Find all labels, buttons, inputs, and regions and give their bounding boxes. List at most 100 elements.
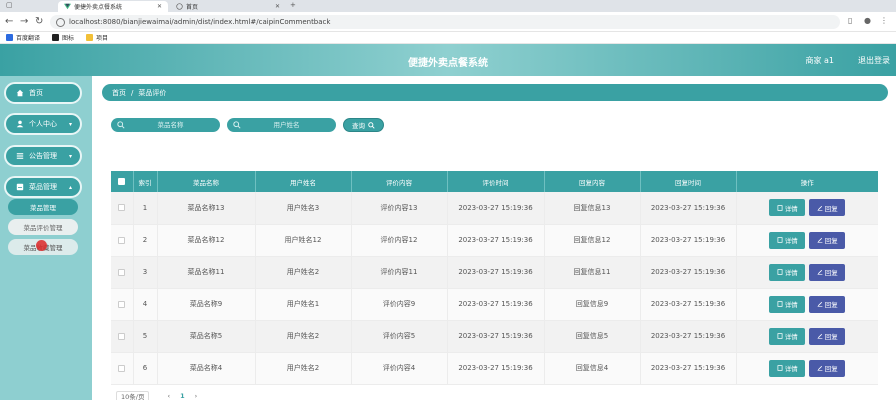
table-row: 6 菜品名称4 用户姓名2 评价内容4 2023-03-27 15:19:36 回复信息4… [111,352,878,385]
bookmark-label: 项目 [96,35,109,42]
detail-button[interactable]: 详情 [769,295,806,313]
detail-button[interactable]: 详情 [769,359,806,377]
reply-button[interactable]: 回复 [809,199,846,217]
sidebar-item-dish[interactable]: 菜品管理 ▴ [4,176,82,198]
bookmark-label: 图标 [62,35,75,42]
new-tab-button[interactable]: + [290,1,296,9]
chevron-up-icon: ▴ [68,184,72,191]
extensions-icon[interactable]: ▯ [848,16,852,25]
cell-user-name: 用户姓名3 [255,192,352,225]
browser-tab-active[interactable]: 便捷外卖点餐系统 ✕ [58,1,168,12]
detail-button[interactable]: 详情 [769,199,806,217]
row-select-cell [111,192,134,225]
cell-reply-time: 2023-03-27 15:19:36 [640,256,737,289]
sidebar: 首页 个人中心 ▾ 公告管理 ▾ 菜品管理 ▴ 菜品管理 菜品评价管理 菜品收藏… [0,76,92,400]
select-all-checkbox[interactable] [118,178,126,185]
document-icon [777,204,783,211]
mouse-cursor-indicator [36,240,47,251]
reply-button[interactable]: 回复 [809,359,846,377]
sidebar-item-profile[interactable]: 个人中心 ▾ [4,113,82,135]
cell-comment-content: 评价内容13 [351,192,448,225]
header-reply-content: 回复内容 [544,171,641,192]
current-user: 商家 a1 [805,56,834,65]
address-bar-row: ← → ↻ localhost:8080/bianjiewaimai/admin… [0,12,896,32]
tab-label: 便捷外卖点餐系统 [74,4,123,11]
cell-actions: 详情 回复 [736,192,878,225]
globe-icon [176,3,183,10]
row-select-cell [111,288,134,321]
cell-actions: 详情 回复 [736,352,878,385]
cell-comment-time: 2023-03-27 15:19:36 [447,192,545,225]
tab-close-icon[interactable]: ✕ [275,3,280,10]
cell-reply-content: 回复信息12 [544,224,641,257]
more-icon[interactable]: ⋮ [880,16,888,25]
cell-comment-content: 评价内容11 [351,256,448,289]
next-page-button[interactable]: › [195,392,198,400]
chevron-down-icon: ▾ [68,153,72,160]
detail-button-label: 详情 [784,301,798,309]
row-checkbox[interactable] [118,236,126,244]
reply-button[interactable]: 回复 [809,327,846,345]
detail-button-label: 详情 [784,365,798,373]
reply-button-label: 回复 [824,333,838,341]
table-row: 3 菜品名称11 用户姓名2 评价内容11 2023-03-27 15:19:36 回复信… [111,256,878,289]
breadcrumb-current: 菜品评价 [138,88,167,97]
bookmark-item[interactable]: 项目 [86,33,108,42]
bookmark-label: 百度翻译 [16,35,41,42]
reply-button[interactable]: 回复 [809,263,846,281]
cell-dish-name: 菜品名称12 [157,224,256,257]
row-checkbox[interactable] [118,204,126,212]
dish-name-input[interactable] [111,118,220,132]
user-name-input[interactable] [227,118,336,132]
cell-comment-time: 2023-03-27 15:19:36 [447,288,545,321]
cell-comment-content: 评价内容9 [351,288,448,321]
sidebar-item-label: 菜品管理 [29,183,57,191]
cell-actions: 详情 回复 [736,224,878,257]
row-select-cell [111,320,134,353]
url-field[interactable]: localhost:8080/bianjiewaimai/admin/dist/… [50,15,840,29]
browser-tab[interactable]: 首页 ✕ [170,1,286,12]
search-button[interactable]: 查询 [343,118,384,132]
breadcrumb-home[interactable]: 首页 [112,88,126,98]
sidebar-subitem-dish-manage[interactable]: 菜品管理 [8,199,78,215]
logout-link[interactable]: 退出登录 [858,55,890,66]
user-name-search[interactable] [227,118,336,132]
back-icon[interactable]: ← [5,16,13,28]
row-checkbox[interactable] [118,300,126,308]
row-checkbox[interactable] [118,268,126,276]
table-row: 5 菜品名称5 用户姓名2 评价内容5 2023-03-27 15:19:36 回复信息5… [111,320,878,353]
page-number[interactable]: 1 [180,392,185,400]
menu-icon [16,183,24,191]
detail-button[interactable]: 详情 [769,327,806,345]
reply-button[interactable]: 回复 [809,295,846,313]
detail-button-label: 详情 [784,333,798,341]
row-checkbox[interactable] [118,332,126,340]
user-icon [16,120,24,128]
cell-reply-content: 回复信息11 [544,256,641,289]
table-header-row: 索引 菜品名称 用户姓名 评价内容 评价时间 回复内容 回复时间 操作 [111,171,878,192]
reply-button[interactable]: 回复 [809,231,846,249]
detail-button[interactable]: 详情 [769,231,806,249]
cell-actions: 详情 回复 [736,288,878,321]
tab-list-icon[interactable]: ▢ [6,1,13,9]
sidebar-item-notice[interactable]: 公告管理 ▾ [4,145,82,167]
header-actions: 操作 [736,171,878,192]
dish-name-search[interactable] [111,118,220,132]
sidebar-item-home[interactable]: 首页 [4,82,82,104]
site-info-icon[interactable] [56,17,65,27]
reload-icon[interactable]: ↻ [35,16,43,28]
detail-button[interactable]: 详情 [769,263,806,281]
folder-icon [86,34,94,41]
tab-close-icon[interactable]: ✕ [157,3,162,10]
profile-icon[interactable]: ● [864,16,871,25]
forward-icon[interactable]: → [20,16,28,28]
bookmark-item[interactable]: 图标 [52,33,74,42]
prev-page-button[interactable]: ‹ [167,392,170,400]
row-checkbox[interactable] [118,364,126,372]
sidebar-subitem-dish-comment[interactable]: 菜品评价管理 [8,219,78,235]
cell-comment-content: 评价内容4 [351,352,448,385]
sidebar-item-label: 公告管理 [29,152,57,160]
bookmark-item[interactable]: 百度翻译 [6,33,40,42]
select-all-cell [111,171,134,192]
page-size-select[interactable]: 10条/页 [116,390,150,400]
